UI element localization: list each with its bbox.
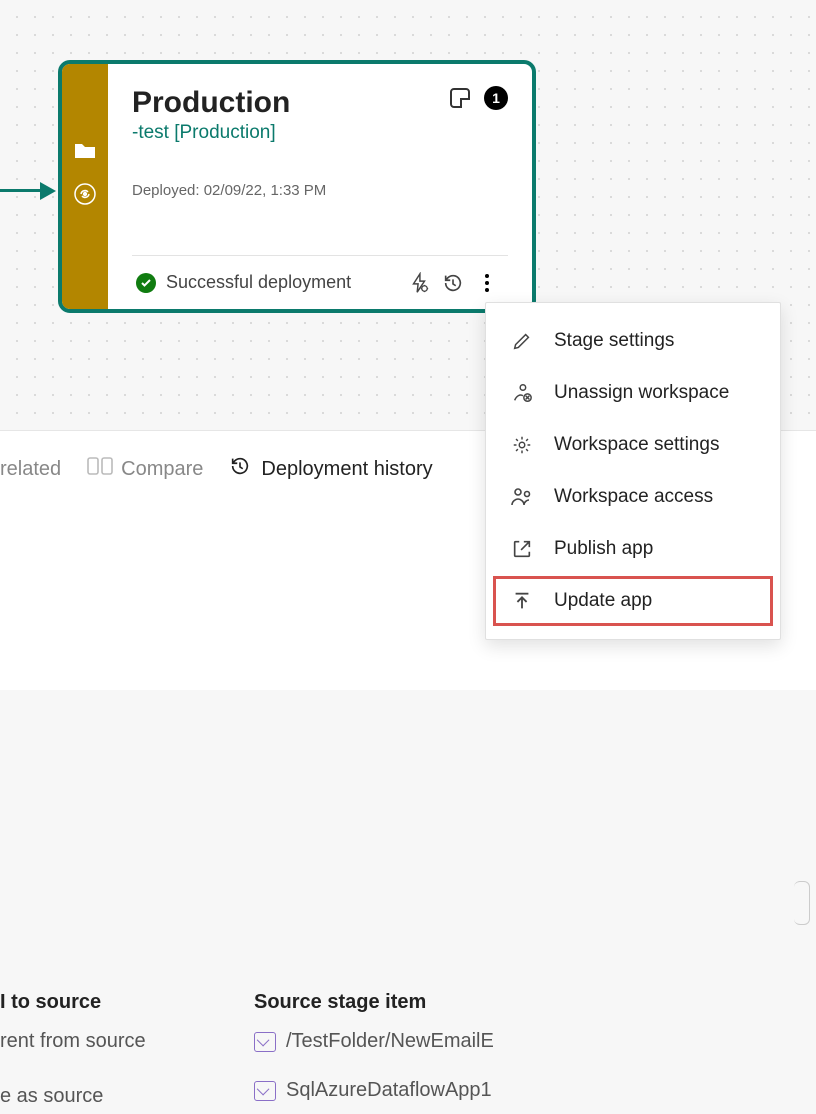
people-icon: [510, 485, 534, 509]
connector-arrow: [0, 186, 58, 194]
relation-row: e as source: [0, 1079, 254, 1114]
menu-publish-app[interactable]: Publish app: [486, 523, 780, 575]
more-options-button[interactable]: [470, 266, 504, 300]
history-icon[interactable]: [436, 266, 470, 300]
folder-icon: [73, 142, 97, 165]
menu-update-app[interactable]: Update app: [492, 575, 774, 627]
dataflow-icon: [254, 1081, 276, 1101]
gear-icon: [510, 433, 534, 457]
column-header-source-item: Source stage item: [254, 991, 816, 1024]
upload-icon: [510, 589, 534, 613]
menu-label: Workspace settings: [554, 434, 719, 456]
deployed-timestamp: Deployed: 02/09/22, 1:33 PM: [132, 182, 508, 199]
success-icon: [136, 273, 156, 293]
card-side-rail: [62, 64, 108, 309]
menu-label: Update app: [554, 590, 652, 612]
unassign-icon: [510, 381, 534, 405]
source-item-row[interactable]: /TestFolder/NewEmailE: [254, 1024, 816, 1059]
source-item-row[interactable]: SqlAzureDataflowApp1: [254, 1073, 816, 1108]
menu-workspace-settings[interactable]: Workspace settings: [486, 419, 780, 471]
menu-label: Stage settings: [554, 330, 674, 352]
tab-compare[interactable]: Compare: [87, 456, 203, 482]
note-icon[interactable]: [450, 88, 470, 108]
deployment-status: Successful deployment: [166, 272, 402, 293]
menu-label: Publish app: [554, 538, 653, 560]
menu-unassign-workspace[interactable]: Unassign workspace: [486, 367, 780, 419]
menu-label: Workspace access: [554, 486, 713, 508]
stage-title: Production: [132, 86, 290, 120]
deployment-rules-icon[interactable]: [402, 266, 436, 300]
tab-deployment-history[interactable]: Deployment history: [229, 455, 432, 483]
sync-badge-icon: [74, 183, 96, 210]
stage-subtitle[interactable]: -test [Production]: [132, 122, 290, 144]
menu-stage-settings[interactable]: Stage settings: [486, 315, 780, 367]
menu-label: Unassign workspace: [554, 382, 729, 404]
compare-icon: [87, 456, 113, 482]
column-header-source-relation: I to source: [0, 991, 254, 1024]
panel-edge: [794, 881, 810, 925]
external-link-icon: [510, 537, 534, 561]
dataflow-icon: [254, 1032, 276, 1052]
history-icon: [229, 455, 251, 483]
menu-workspace-access[interactable]: Workspace access: [486, 471, 780, 523]
pencil-icon: [510, 329, 534, 353]
count-badge[interactable]: 1: [484, 86, 508, 110]
production-stage-card: Production -test [Production] 1 Deployed…: [58, 60, 536, 313]
tab-related[interactable]: related: [0, 458, 61, 481]
relation-row: rent from source: [0, 1024, 254, 1059]
stage-context-menu: Stage settings Unassign workspace Worksp…: [485, 302, 781, 640]
